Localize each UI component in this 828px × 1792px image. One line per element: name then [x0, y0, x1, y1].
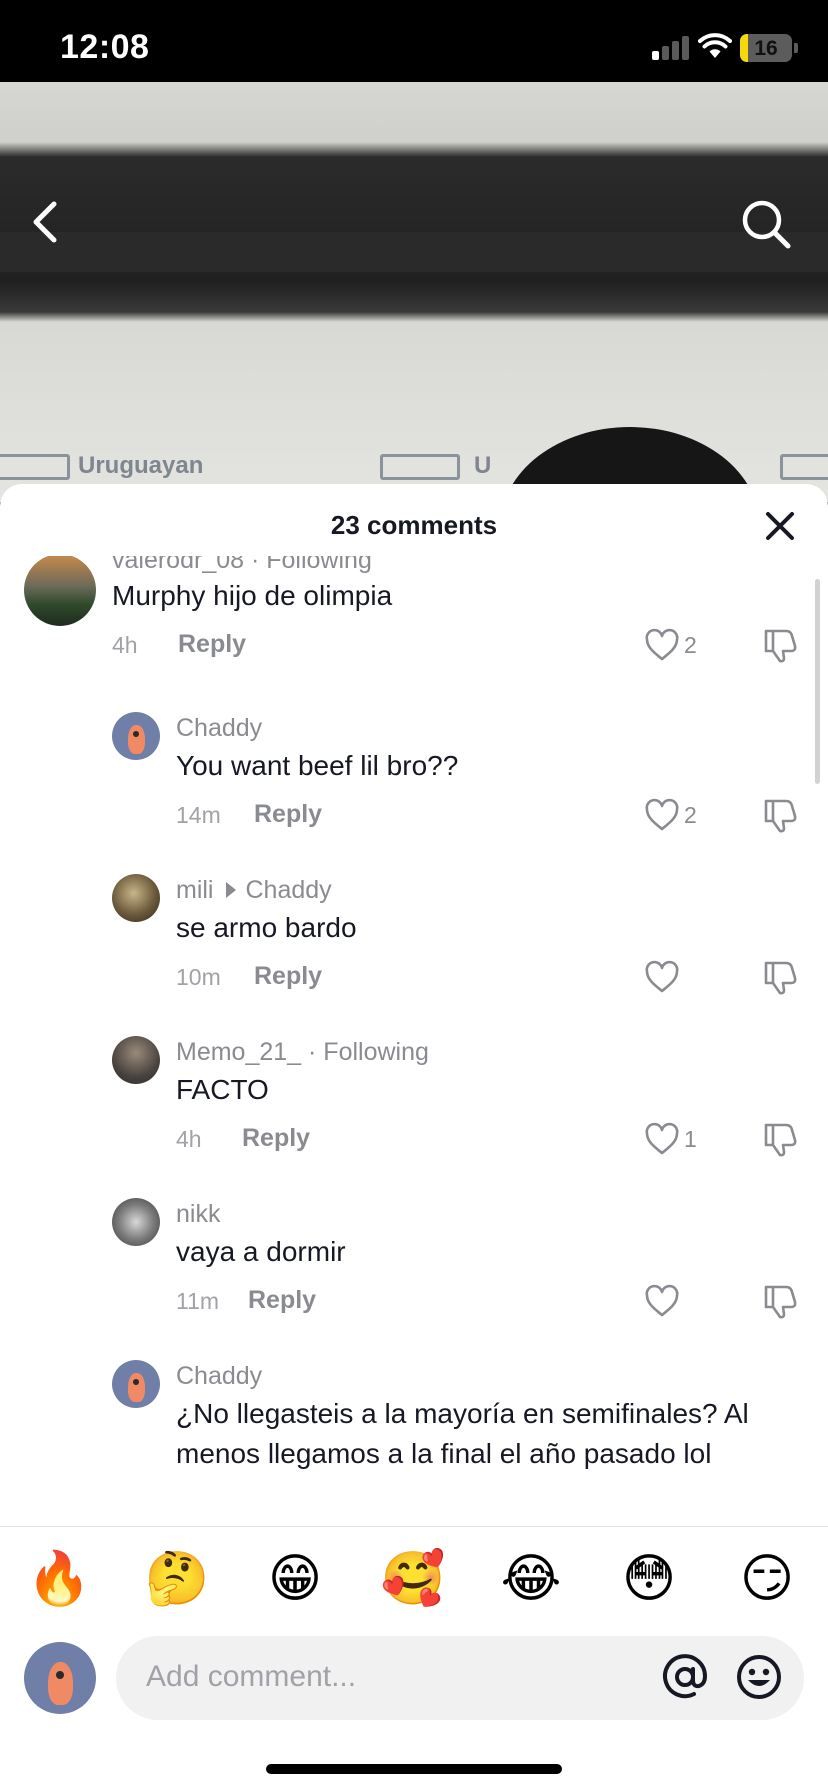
emoji-picker-icon[interactable] — [734, 1652, 784, 1702]
heart-icon[interactable] — [644, 798, 680, 832]
reply-button[interactable]: Reply — [248, 1286, 316, 1315]
status-bar: 12:08 16 — [0, 0, 828, 82]
close-icon[interactable] — [762, 508, 798, 544]
comment-input[interactable]: Add comment... — [116, 1636, 804, 1720]
search-icon[interactable] — [740, 198, 792, 250]
dislike-icon[interactable] — [760, 1120, 798, 1158]
dislike-icon[interactable] — [760, 1282, 798, 1320]
comment-list[interactable]: valerodr_08 · Following Murphy hijo de o… — [0, 556, 828, 1526]
dislike-icon[interactable] — [760, 958, 798, 996]
avatar[interactable] — [112, 1360, 160, 1408]
comment-item: mili Chaddy se armo bardo 10m Reply — [0, 868, 828, 1008]
mention-icon[interactable] — [660, 1652, 710, 1702]
status-time: 12:08 — [60, 28, 150, 66]
reply-to-arrow-icon — [225, 882, 236, 899]
comment-username[interactable]: Memo_21_ · Following — [176, 1038, 429, 1067]
wifi-icon — [698, 33, 732, 58]
back-icon[interactable] — [26, 200, 66, 244]
username[interactable]: valerodr_08 — [112, 556, 244, 574]
hearts-face-emoji-button[interactable]: 🥰 — [380, 1546, 446, 1612]
battery-icon: 16 — [740, 34, 792, 62]
reply-to-username[interactable]: Chaddy — [246, 876, 332, 904]
ufs-logo — [380, 454, 460, 480]
cellular-signal-icon — [652, 36, 690, 60]
heart-icon[interactable] — [644, 1122, 680, 1156]
like-count: 1 — [684, 1126, 697, 1152]
comment-text: FACTO — [176, 1074, 269, 1105]
comment-time: 11m — [176, 1288, 220, 1314]
comment-time: 4h — [176, 1126, 202, 1152]
dislike-icon[interactable] — [760, 796, 798, 834]
banner-text: U — [474, 452, 492, 479]
reply-button[interactable]: Reply — [254, 800, 322, 829]
comment-text: vaya a dormir — [176, 1236, 346, 1267]
reply-button[interactable]: Reply — [178, 630, 246, 659]
my-avatar[interactable] — [24, 1642, 96, 1714]
avatar[interactable] — [112, 712, 160, 760]
emoji-quick-bar: 🔥 🤔 😁 🥰 😂 😳 😏 — [0, 1546, 828, 1626]
comment-input-placeholder: Add comment... — [146, 1660, 357, 1693]
comment-time: 4h — [112, 632, 138, 658]
comments-sheet: 23 comments valerodr_08 · Following Murp… — [0, 484, 828, 1792]
comment-username[interactable]: Chaddy — [176, 714, 262, 743]
banner-text: Uruguayan — [78, 452, 204, 479]
smirk-emoji-button[interactable]: 😏 — [734, 1546, 800, 1612]
comment-text: se armo bardo — [176, 912, 357, 943]
like-count: 2 — [684, 802, 697, 828]
comment-item: Memo_21_ · Following FACTO 4h Reply 1 — [0, 1030, 828, 1170]
ufs-logo — [780, 454, 828, 480]
flushed-emoji-button[interactable]: 😳 — [616, 1546, 682, 1612]
divider — [0, 1526, 828, 1527]
comment-username[interactable]: valerodr_08 · Following — [112, 556, 372, 575]
comment-text: You want beef lil bro?? — [176, 750, 459, 781]
avatar[interactable] — [24, 556, 96, 626]
reply-button[interactable]: Reply — [254, 962, 322, 991]
video-player[interactable]: Uruguayan U — [0, 82, 828, 502]
battery-tip — [794, 43, 798, 53]
comment-username[interactable]: mili Chaddy — [176, 876, 332, 905]
comment-item: Chaddy ¿No llegasteis a la mayoría en se… — [0, 1354, 828, 1526]
comment-time: 10m — [176, 964, 221, 990]
heart-icon[interactable] — [644, 960, 680, 994]
fire-emoji-button[interactable]: 🔥 — [26, 1546, 92, 1612]
grin-emoji-button[interactable]: 😁 — [262, 1546, 328, 1612]
comment-item: nikk vaya a dormir 11m Reply — [0, 1192, 828, 1332]
comment-item: Chaddy You want beef lil bro?? 14m Reply… — [0, 706, 828, 846]
scrollbar[interactable] — [815, 579, 820, 784]
comment-username[interactable]: nikk — [176, 1200, 220, 1229]
comment-username[interactable]: Chaddy — [176, 1362, 262, 1391]
dislike-icon[interactable] — [760, 626, 798, 664]
following-tag: Following — [323, 1038, 429, 1066]
username[interactable]: mili — [176, 876, 214, 904]
following-tag: Following — [266, 556, 372, 574]
avatar[interactable] — [112, 1036, 160, 1084]
video-backdrop-beam — [0, 232, 828, 272]
avatar[interactable] — [112, 1198, 160, 1246]
joy-emoji-button[interactable]: 😂 — [498, 1546, 564, 1612]
comment-text: ¿No llegasteis a la mayoría en semifinal… — [176, 1398, 749, 1469]
like-count: 2 — [684, 632, 697, 658]
battery-percent: 16 — [754, 37, 778, 60]
home-indicator[interactable] — [266, 1764, 562, 1774]
thinking-emoji-button[interactable]: 🤔 — [144, 1546, 210, 1612]
ufs-logo — [0, 454, 70, 480]
avatar[interactable] — [112, 874, 160, 922]
username[interactable]: Memo_21_ — [176, 1038, 301, 1066]
comment-text: Murphy hijo de olimpia — [112, 580, 393, 611]
heart-icon[interactable] — [644, 1284, 680, 1318]
comment-item: valerodr_08 · Following Murphy hijo de o… — [0, 556, 828, 676]
comment-time: 14m — [176, 802, 221, 828]
heart-icon[interactable] — [644, 628, 680, 662]
reply-button[interactable]: Reply — [242, 1124, 310, 1153]
comments-count-title: 23 comments — [330, 510, 498, 540]
